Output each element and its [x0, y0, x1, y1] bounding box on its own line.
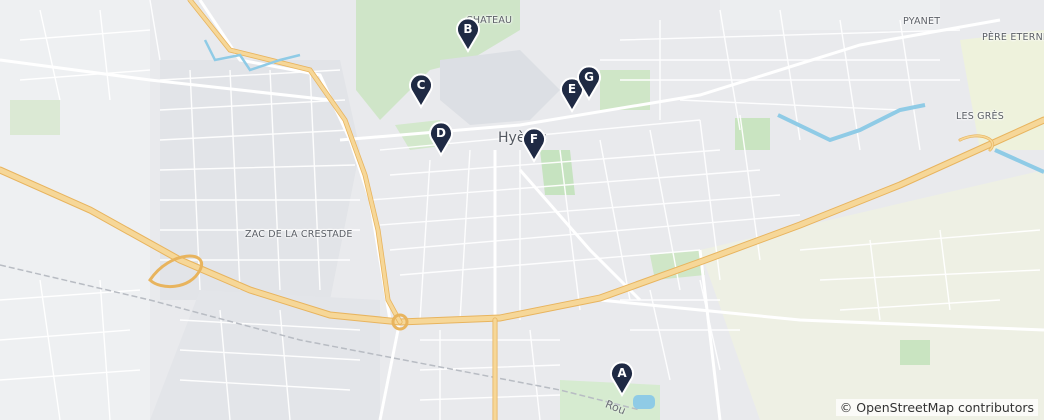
map-marker-g[interactable]: G — [575, 65, 603, 101]
water-pond — [633, 395, 655, 409]
map-marker-c[interactable]: C — [407, 73, 435, 109]
map-marker-a[interactable]: A — [608, 361, 636, 397]
marker-letter: D — [436, 126, 446, 140]
marker-letter: F — [529, 132, 539, 146]
map-marker-f[interactable]: F — [520, 127, 548, 163]
map-tiles — [0, 0, 1044, 420]
map-marker-b[interactable]: B — [454, 17, 482, 53]
marker-letter: C — [416, 78, 426, 92]
park-area — [735, 118, 770, 150]
copyright-symbol: © — [839, 400, 853, 415]
marker-letter: B — [463, 22, 473, 36]
marker-letter: G — [584, 70, 594, 84]
place-label-les-gres: LES GRÈS — [956, 111, 1004, 122]
place-label-pyanet: PYANET — [903, 16, 941, 27]
place-label-pere-eternel: PÈRE ETERNEL — [982, 32, 1044, 43]
place-label-zac-de-la-crestade: ZAC DE LA CRESTADE — [245, 229, 353, 240]
park-area — [10, 100, 60, 135]
map-attribution: © OpenStreetMap contributors — [835, 399, 1038, 416]
map-marker-d[interactable]: D — [427, 121, 455, 157]
openstreetmap-link[interactable]: OpenStreetMap contributors — [856, 400, 1034, 415]
map-canvas[interactable]: CHATEAU PYANET PÈRE ETERNEL LES GRÈS ZAC… — [0, 0, 1044, 420]
park-area — [900, 340, 930, 365]
marker-letter: A — [617, 366, 627, 380]
